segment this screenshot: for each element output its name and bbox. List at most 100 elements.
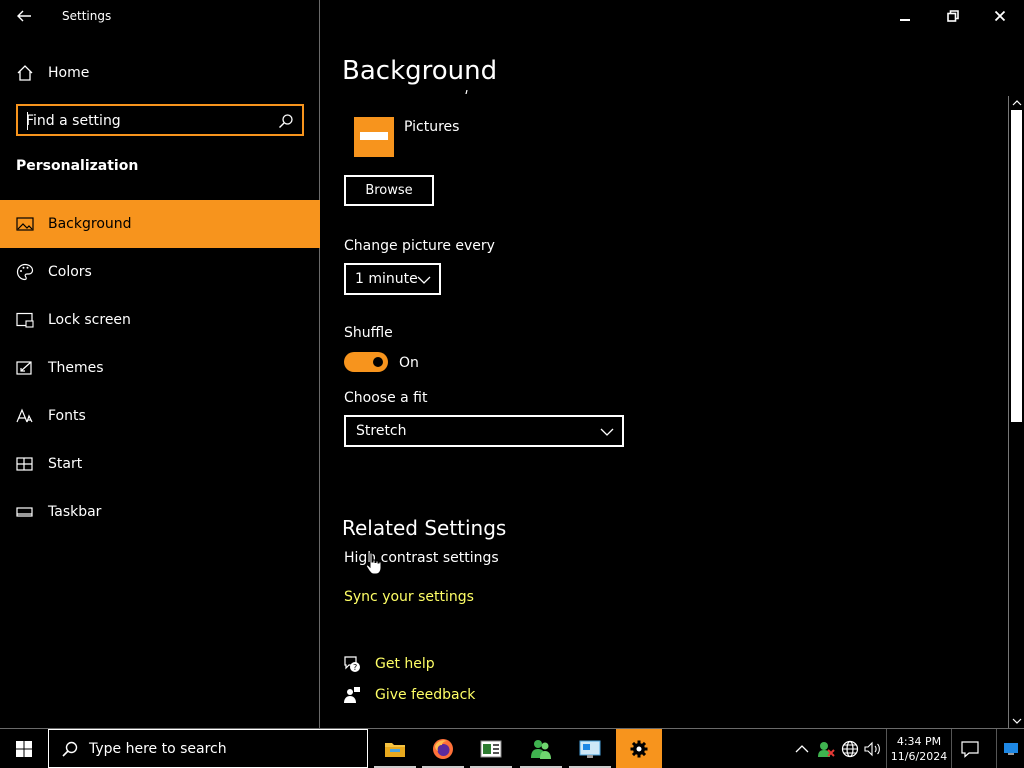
taskbar-icon bbox=[16, 507, 33, 517]
sidebar-item-themes[interactable]: Themes bbox=[0, 344, 320, 392]
related-settings-title: Related Settings bbox=[342, 516, 507, 540]
palette-icon bbox=[16, 263, 34, 281]
restore-icon bbox=[947, 10, 959, 22]
taskbar-app-file-explorer[interactable] bbox=[372, 729, 418, 768]
svg-text:?: ? bbox=[353, 663, 357, 672]
feedback-person-icon bbox=[344, 687, 360, 703]
minimize-button[interactable] bbox=[887, 4, 923, 28]
restore-button[interactable] bbox=[935, 4, 971, 28]
news-app-icon bbox=[480, 740, 502, 757]
themes-icon bbox=[16, 361, 32, 375]
notification-icon bbox=[961, 740, 979, 758]
firefox-icon bbox=[433, 738, 453, 759]
sidebar-item-background[interactable]: Background bbox=[0, 200, 320, 248]
vertical-scrollbar[interactable] bbox=[1008, 96, 1024, 728]
taskbar-app-settings[interactable] bbox=[616, 729, 662, 768]
shuffle-label: Shuffle bbox=[344, 325, 393, 341]
close-icon bbox=[994, 10, 1006, 22]
settings-search-input[interactable] bbox=[26, 111, 266, 131]
home-icon bbox=[17, 65, 33, 81]
taskbar: Type here to search 4:34 PM 11/6/2024 bbox=[0, 728, 1024, 768]
scrollbar-thumb[interactable] bbox=[1011, 110, 1022, 422]
settings-gear-icon bbox=[630, 740, 648, 757]
choose-fit-dropdown[interactable]: Stretch bbox=[344, 415, 624, 447]
sync-settings-link[interactable]: Sync your settings bbox=[344, 589, 474, 605]
back-arrow-icon bbox=[17, 10, 31, 22]
clock-time: 4:34 PM bbox=[896, 734, 942, 748]
scroll-up-button[interactable] bbox=[1009, 96, 1024, 110]
taskbar-search-placeholder: Type here to search bbox=[89, 740, 227, 757]
taskbar-app-firefox[interactable] bbox=[420, 729, 466, 768]
sidebar-item-taskbar[interactable]: Taskbar bbox=[0, 488, 320, 536]
taskbar-app-remote-desktop[interactable] bbox=[567, 729, 613, 768]
sidebar: Settings Home Personalization Background… bbox=[0, 0, 320, 728]
chevron-up-icon bbox=[795, 744, 809, 752]
app-title: Settings bbox=[62, 9, 112, 23]
clipped-text-fragment bbox=[455, 86, 471, 94]
show-hidden-icons-button[interactable] bbox=[790, 729, 814, 768]
scroll-down-arrow-icon bbox=[1012, 718, 1021, 724]
search-icon[interactable] bbox=[278, 113, 294, 129]
taskbar-clock[interactable]: 4:34 PM 11/6/2024 bbox=[886, 729, 952, 768]
globe-network-icon bbox=[841, 740, 859, 757]
folder-icon bbox=[360, 132, 388, 140]
toggle-knob bbox=[373, 357, 383, 367]
browse-button[interactable]: Browse bbox=[344, 175, 434, 206]
sidebar-item-label: Colors bbox=[48, 264, 92, 280]
taskbar-app-news[interactable] bbox=[468, 729, 514, 768]
sidebar-item-label: Taskbar bbox=[48, 504, 102, 520]
tray-network-button[interactable] bbox=[838, 729, 862, 768]
section-title: Personalization bbox=[16, 158, 139, 174]
page-title: Background bbox=[342, 56, 498, 86]
give-feedback-label: Give feedback bbox=[375, 687, 476, 703]
file-explorer-icon bbox=[385, 742, 405, 757]
scroll-up-arrow-icon bbox=[1012, 100, 1021, 106]
album-folder-tile[interactable] bbox=[354, 117, 394, 157]
show-desktop-button[interactable] bbox=[996, 729, 1024, 768]
tray-volume-button[interactable] bbox=[862, 729, 884, 768]
sidebar-item-start[interactable]: Start bbox=[0, 440, 320, 488]
change-picture-label: Change picture every bbox=[344, 238, 495, 254]
lock-screen-icon bbox=[16, 312, 34, 328]
search-icon bbox=[62, 741, 78, 757]
sidebar-item-label: Lock screen bbox=[48, 312, 131, 328]
chevron-down-icon bbox=[417, 276, 431, 284]
sidebar-item-label: Start bbox=[48, 456, 83, 472]
clock-date: 11/6/2024 bbox=[890, 749, 948, 763]
taskbar-app-people[interactable] bbox=[518, 729, 564, 768]
action-center-button[interactable] bbox=[952, 729, 988, 768]
get-help-link[interactable]: ? Get help bbox=[343, 655, 435, 673]
fonts-icon bbox=[16, 408, 33, 423]
settings-search-box[interactable] bbox=[16, 104, 304, 136]
help-chat-icon: ? bbox=[344, 656, 360, 672]
change-picture-dropdown[interactable]: 1 minute bbox=[344, 263, 441, 295]
sidebar-item-fonts[interactable]: Fonts bbox=[0, 392, 320, 440]
hand-cursor-icon bbox=[365, 552, 382, 575]
desktop-icon bbox=[1003, 742, 1018, 755]
scroll-down-button[interactable] bbox=[1009, 714, 1024, 728]
back-button[interactable] bbox=[14, 6, 36, 26]
start-button[interactable] bbox=[0, 729, 48, 768]
shuffle-state-text: On bbox=[399, 355, 419, 371]
shuffle-toggle[interactable] bbox=[344, 352, 388, 372]
album-folder-label: Pictures bbox=[404, 119, 460, 135]
sidebar-item-label: Background bbox=[48, 216, 132, 232]
get-help-label: Get help bbox=[375, 656, 435, 672]
choose-fit-value: Stretch bbox=[356, 423, 407, 439]
sidebar-item-label: Themes bbox=[48, 360, 104, 376]
home-label: Home bbox=[48, 65, 90, 81]
main-content: Background Pictures Browse Change pictur… bbox=[321, 0, 1024, 728]
close-button[interactable] bbox=[982, 4, 1018, 28]
people-app-icon bbox=[531, 739, 551, 759]
start-icon bbox=[16, 457, 33, 471]
text-caret bbox=[27, 112, 28, 130]
choose-fit-label: Choose a fit bbox=[344, 390, 428, 406]
give-feedback-link[interactable]: Give feedback bbox=[343, 686, 475, 704]
taskbar-search-box[interactable]: Type here to search bbox=[48, 729, 368, 768]
sidebar-item-lock-screen[interactable]: Lock screen bbox=[0, 296, 320, 344]
sidebar-item-colors[interactable]: Colors bbox=[0, 248, 320, 296]
home-nav-item[interactable]: Home bbox=[16, 62, 89, 84]
tray-security-app[interactable] bbox=[814, 729, 838, 768]
minimize-icon bbox=[900, 19, 910, 21]
sidebar-item-label: Fonts bbox=[48, 408, 86, 424]
